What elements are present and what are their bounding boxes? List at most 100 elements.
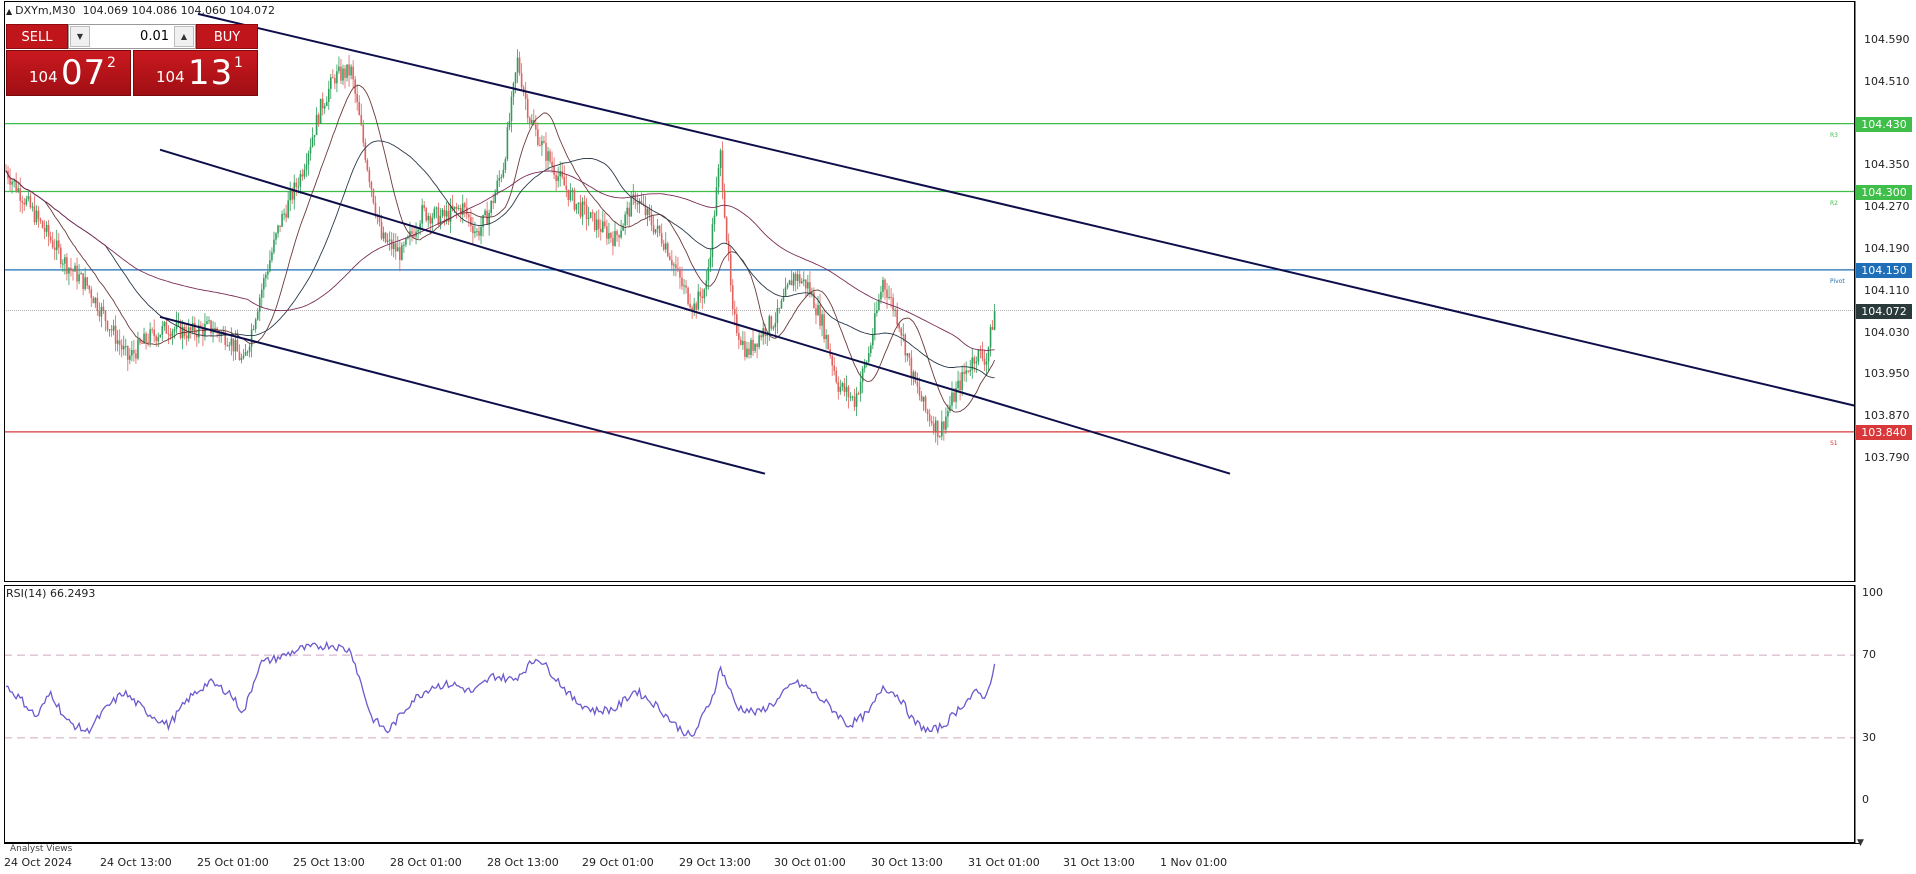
candle bbox=[559, 161, 561, 187]
candle bbox=[293, 174, 296, 210]
candle bbox=[660, 223, 663, 247]
candle bbox=[124, 338, 127, 356]
time-axis-label: 29 Oct 13:00 bbox=[679, 856, 751, 869]
candle bbox=[955, 381, 957, 409]
candle bbox=[364, 138, 367, 163]
candle bbox=[327, 80, 330, 110]
candle bbox=[323, 103, 326, 114]
candle bbox=[350, 64, 352, 80]
candle bbox=[167, 325, 170, 344]
candle bbox=[541, 135, 543, 157]
buy-button[interactable]: BUY bbox=[196, 24, 258, 49]
candle bbox=[403, 241, 405, 254]
price-level-tag: 104.430 bbox=[1856, 116, 1912, 132]
buy-quote[interactable]: 104 13 1 bbox=[133, 50, 258, 96]
candle bbox=[110, 325, 113, 337]
candle bbox=[198, 319, 200, 344]
candle bbox=[835, 366, 838, 385]
candle bbox=[666, 241, 669, 258]
chart-area[interactable] bbox=[0, 0, 1916, 874]
candle bbox=[571, 187, 574, 201]
candle bbox=[740, 336, 742, 346]
candle bbox=[727, 233, 730, 262]
candle bbox=[240, 353, 243, 364]
time-axis-label: 1 Nov 01:00 bbox=[1160, 856, 1228, 869]
candle bbox=[51, 231, 54, 250]
candle bbox=[926, 408, 929, 422]
candle bbox=[709, 248, 712, 273]
candle bbox=[614, 221, 616, 247]
candle bbox=[86, 276, 88, 289]
lot-size-stepper[interactable]: ▼ 0.01 ▲ bbox=[68, 24, 196, 49]
candle bbox=[957, 370, 959, 393]
candle bbox=[484, 208, 486, 217]
candle bbox=[232, 338, 235, 362]
price-axis-label: 104.350 bbox=[1864, 158, 1910, 172]
candle bbox=[187, 319, 190, 342]
candle bbox=[748, 341, 750, 359]
rsi-chart[interactable] bbox=[0, 585, 1916, 845]
price-chart[interactable] bbox=[0, 0, 1916, 585]
candle bbox=[717, 164, 720, 195]
moving-average-line bbox=[5, 84, 996, 413]
candle bbox=[120, 339, 123, 358]
sell-quote[interactable]: 104 07 2 bbox=[6, 50, 131, 96]
chevron-down-icon[interactable]: ▼ bbox=[70, 26, 90, 47]
candle bbox=[833, 357, 836, 376]
candle bbox=[904, 332, 907, 363]
candle bbox=[561, 162, 564, 180]
candle bbox=[360, 103, 363, 127]
candle bbox=[951, 381, 953, 411]
candle bbox=[183, 322, 186, 340]
candle bbox=[796, 269, 799, 290]
candle bbox=[37, 206, 40, 228]
candle bbox=[342, 64, 344, 86]
candle bbox=[267, 264, 269, 280]
candle bbox=[224, 326, 227, 351]
candle bbox=[382, 226, 385, 242]
scroll-down-icon[interactable]: ▼ bbox=[1857, 838, 1864, 848]
candle bbox=[524, 81, 527, 111]
candle bbox=[829, 343, 831, 359]
candle bbox=[396, 236, 399, 252]
price-axis-label: 104.510 bbox=[1864, 74, 1910, 88]
candle bbox=[581, 197, 584, 225]
candle bbox=[80, 271, 82, 275]
candle bbox=[565, 174, 568, 198]
candle bbox=[230, 327, 233, 356]
collapse-triangle-icon[interactable]: ▲ bbox=[6, 7, 12, 16]
candle bbox=[193, 316, 196, 341]
candle bbox=[181, 320, 184, 350]
candle bbox=[869, 342, 872, 358]
candle bbox=[979, 345, 982, 359]
lot-size-input[interactable]: 0.01 bbox=[91, 25, 173, 48]
sell-button[interactable]: SELL bbox=[6, 24, 68, 49]
candle bbox=[47, 219, 50, 247]
rsi-axis-label: 30 bbox=[1862, 730, 1876, 744]
analyst-views-bar[interactable]: Analyst Views bbox=[4, 843, 1860, 856]
candle bbox=[127, 345, 129, 371]
candle bbox=[70, 257, 72, 277]
candle bbox=[652, 215, 655, 236]
candle bbox=[273, 231, 275, 255]
price-level-tag: 104.150 bbox=[1856, 262, 1912, 278]
candle bbox=[910, 350, 913, 386]
candle bbox=[455, 202, 458, 219]
chevron-up-icon[interactable]: ▲ bbox=[174, 26, 194, 47]
candle bbox=[277, 224, 279, 238]
candle bbox=[457, 204, 460, 211]
candle bbox=[153, 319, 155, 343]
candle bbox=[21, 195, 24, 214]
candle bbox=[92, 295, 95, 304]
candle bbox=[882, 276, 884, 298]
candle bbox=[664, 232, 667, 253]
candle bbox=[602, 210, 604, 233]
candle bbox=[228, 341, 231, 351]
buy-quote-prefix: 104 bbox=[156, 68, 185, 86]
candle bbox=[133, 339, 135, 362]
candle bbox=[244, 344, 247, 356]
candle bbox=[752, 329, 754, 356]
candle bbox=[606, 219, 608, 245]
candle bbox=[729, 246, 732, 292]
candle bbox=[924, 395, 927, 413]
